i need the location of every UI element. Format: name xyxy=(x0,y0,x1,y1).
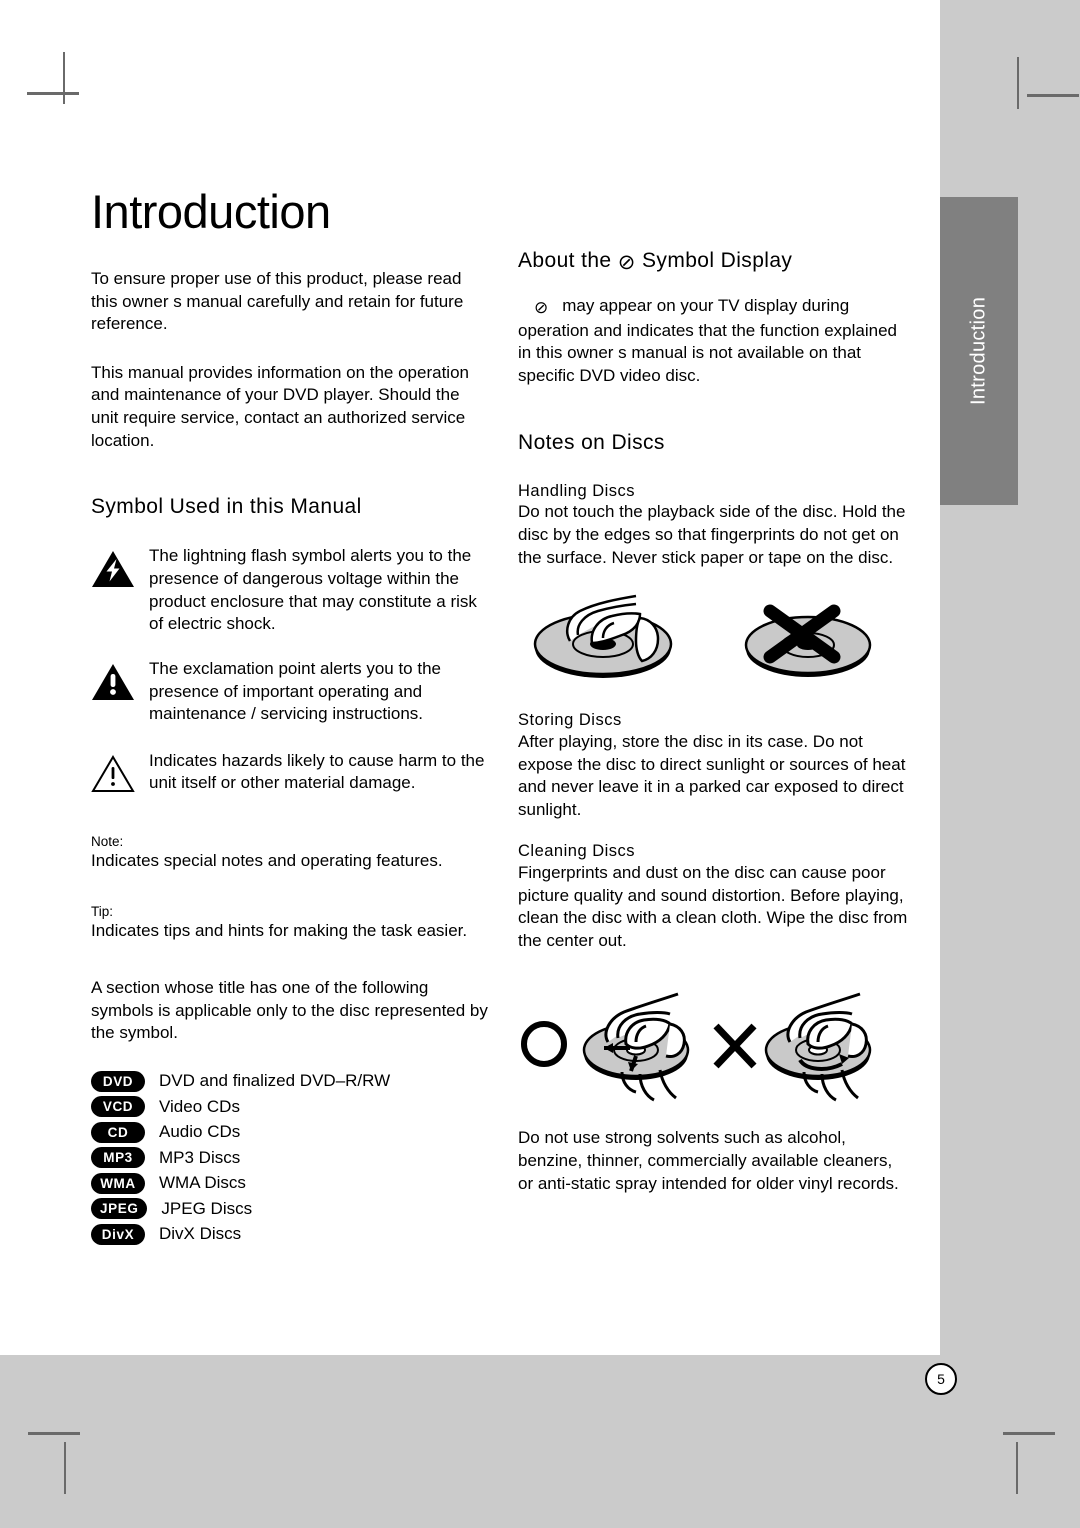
disc-format-badge-cd: CD xyxy=(91,1121,145,1143)
applicability-text: A section whose title has one of the fol… xyxy=(91,978,488,1043)
intro-paragraph-1: To ensure proper use of this product, pl… xyxy=(91,269,464,334)
page-number-badge: 5 xyxy=(925,1363,957,1395)
page-background-bottom-margin xyxy=(0,1355,1080,1528)
disc-format-label-cd: Audio CDs xyxy=(159,1122,241,1142)
note-label: Note: xyxy=(91,833,124,849)
handling-discs-subheading: Handling Discs xyxy=(518,481,636,500)
symbol-used-heading: Symbol Used in this Manual xyxy=(91,495,362,519)
list-item: WMA WMA Discs xyxy=(91,1172,491,1194)
crop-mark-top-right-horizontal xyxy=(1027,94,1079,97)
disc-cleaning-illustration xyxy=(518,968,908,1113)
disc-format-list: DVD DVD and finalized DVD–R/RW VCD Video… xyxy=(91,1070,491,1245)
crop-mark-top-left-vertical xyxy=(63,52,65,104)
storing-discs-subheading: Storing Discs xyxy=(518,711,622,730)
page-number-value: 5 xyxy=(937,1371,945,1387)
notes-on-discs-heading: Notes on Discs xyxy=(518,430,665,454)
disc-format-badge-jpeg: JPEG xyxy=(91,1198,148,1220)
storing-discs-text: After playing, store the disc in its cas… xyxy=(518,731,906,819)
note-text: Indicates special notes and operating fe… xyxy=(91,851,443,871)
list-item: CD Audio CDs xyxy=(91,1121,491,1143)
tip-text: Indicates tips and hints for making the … xyxy=(91,921,468,941)
intro-paragraph-2: This manual provides information on the … xyxy=(91,362,469,450)
disc-format-badge-mp3: MP3 xyxy=(91,1147,145,1169)
crop-mark-bottom-right-vertical xyxy=(1016,1442,1018,1494)
wipe-disc-circular-illustration xyxy=(764,992,872,1102)
exclamation-triangle-filled-icon xyxy=(91,658,135,707)
disc-format-label-divx: DivX Discs xyxy=(159,1224,242,1244)
symbol-row-exclamation-outline-text: Indicates hazards likely to cause harm t… xyxy=(149,750,485,793)
symbol-row-lightning: The lightning flash symbol alerts you to… xyxy=(91,545,491,635)
disc-format-label-jpeg: JPEG Discs xyxy=(161,1198,253,1218)
disc-format-label-mp3: MP3 Discs xyxy=(159,1147,241,1167)
cleaning-discs-text: Fingerprints and dust on the disc can ca… xyxy=(518,862,908,950)
solvents-text: Do not use strong solvents such as alcoh… xyxy=(518,1128,899,1193)
tip-label: Tip: xyxy=(91,903,114,919)
symbol-row-exclamation-filled-text: The exclamation point alerts you to the … xyxy=(149,658,441,724)
handling-discs-text: Do not touch the playback side of the di… xyxy=(518,502,906,567)
prohibition-icon-inline: ⊘ xyxy=(534,298,549,318)
disc-format-label-vcd: Video CDs xyxy=(159,1096,240,1116)
crop-mark-top-right-vertical xyxy=(1017,57,1019,109)
chapter-tab: Introduction xyxy=(940,197,1018,505)
crop-mark-bottom-left-horizontal xyxy=(28,1432,80,1435)
cross-x-mark xyxy=(713,1023,757,1069)
wipe-disc-center-out-illustration xyxy=(582,992,690,1102)
disc-format-label-dvd: DVD and finalized DVD–R/RW xyxy=(159,1071,391,1091)
list-item: DivX DivX Discs xyxy=(91,1223,491,1245)
disc-hold-by-edges-illustration xyxy=(533,595,673,679)
right-column: About the ⊘ Symbol Display ⊘ may appear o… xyxy=(518,248,908,1195)
disc-format-badge-vcd: VCD xyxy=(91,1096,145,1118)
symbol-row-exclamation-outline: Indicates hazards likely to cause harm t… xyxy=(91,750,491,799)
disc-format-badge-divx: DivX xyxy=(91,1223,145,1245)
left-column: To ensure proper use of this product, pl… xyxy=(91,268,491,1249)
list-item: DVD DVD and finalized DVD–R/RW xyxy=(91,1070,491,1092)
symbol-row-exclamation-filled: The exclamation point alerts you to the … xyxy=(91,658,491,726)
symbol-display-body-text: may appear on your TV display during ope… xyxy=(518,296,897,386)
disc-format-badge-dvd: DVD xyxy=(91,1070,145,1092)
circle-ok-mark xyxy=(521,1021,567,1068)
symbol-display-heading: About the ⊘ Symbol Display xyxy=(518,248,908,275)
disc-handling-illustration xyxy=(518,583,908,698)
crop-mark-bottom-right-horizontal xyxy=(1003,1432,1055,1435)
crop-mark-bottom-left-vertical xyxy=(64,1442,66,1494)
page-title: Introduction xyxy=(91,185,331,238)
crop-mark-top-left-horizontal xyxy=(27,92,79,95)
disc-format-label-wma: WMA Discs xyxy=(159,1173,246,1193)
symbol-display-body: ⊘ may appear on your TV display during op… xyxy=(518,295,908,387)
disc-touch-surface-crossed-out-illustration xyxy=(744,604,872,678)
list-item: VCD Video CDs xyxy=(91,1096,491,1118)
symbol-display-heading-after: Symbol Display xyxy=(642,249,793,272)
prohibition-icon: ⊘ xyxy=(617,251,636,274)
chapter-tab-label: Introduction xyxy=(967,296,990,406)
lightning-bolt-triangle-icon xyxy=(91,545,135,594)
exclamation-triangle-outline-icon xyxy=(91,750,135,799)
symbol-display-heading-before: About the xyxy=(518,249,612,272)
list-item: MP3 MP3 Discs xyxy=(91,1147,491,1169)
cleaning-discs-subheading: Cleaning Discs xyxy=(518,842,636,861)
list-item: JPEG JPEG Discs xyxy=(91,1198,491,1220)
symbol-row-lightning-text: The lightning flash symbol alerts you to… xyxy=(149,546,477,634)
disc-format-badge-wma: WMA xyxy=(91,1172,145,1194)
